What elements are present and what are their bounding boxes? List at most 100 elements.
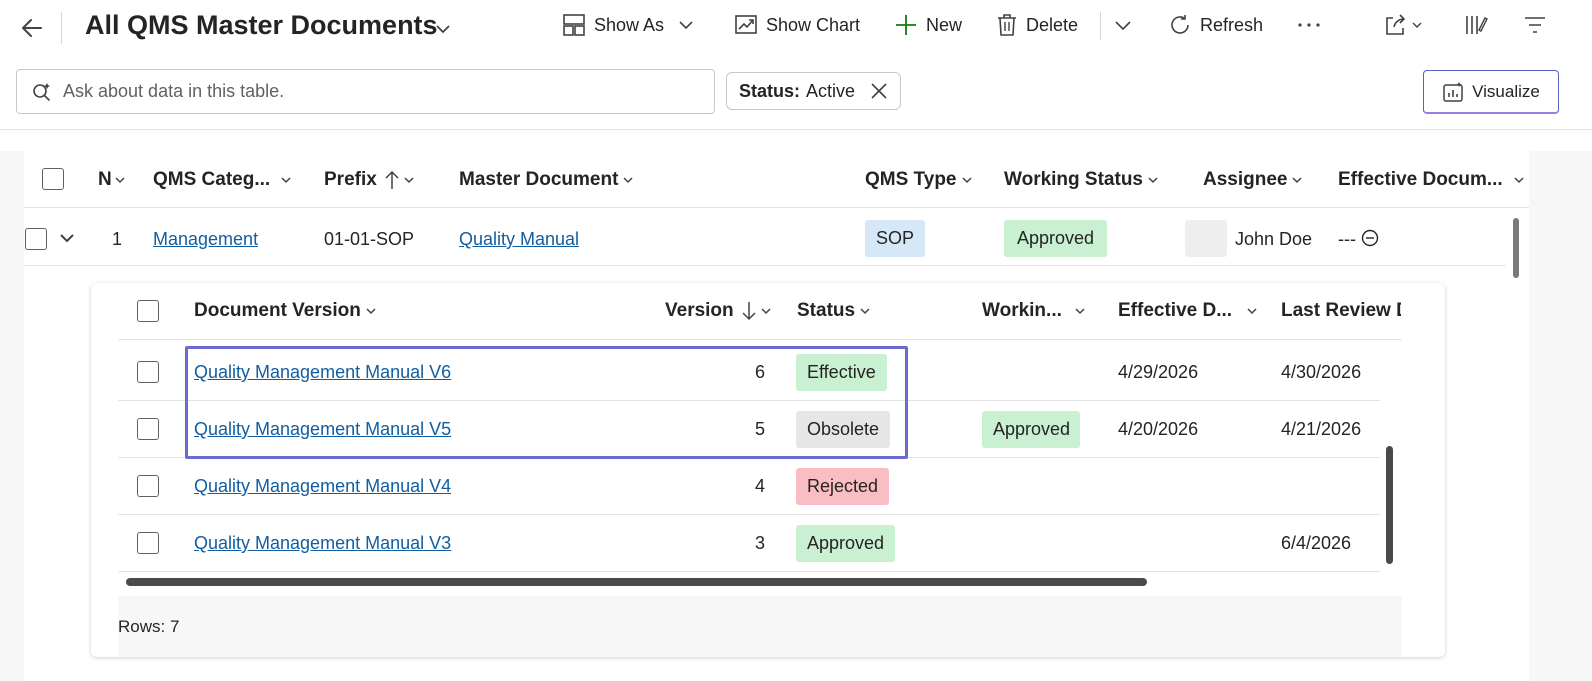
column-header-number[interactable]: N [98,167,126,193]
trash-icon [998,14,1016,36]
chevron-down-icon [1148,177,1158,184]
show-chart-button[interactable]: Show Chart [734,10,860,40]
chevron-down-icon [366,308,376,315]
close-icon[interactable] [870,82,888,100]
status-badge: Rejected [796,468,890,505]
assignee-name[interactable]: John Doe [1235,229,1312,250]
version-value: 6 [754,362,765,382]
vertical-scrollbar[interactable] [1513,218,1519,278]
subgrid-header-effective-date[interactable]: Effective D... [1118,298,1258,324]
chevron-down-icon [281,177,291,184]
subgrid-header-status[interactable]: Status [797,298,871,324]
minus-circle-icon [1361,229,1379,247]
back-arrow-icon[interactable] [18,14,46,42]
column-header-label: Prefix [324,169,377,190]
chevron-down-icon [404,177,414,184]
subgrid-footer [118,596,1402,657]
column-header-qms-category[interactable]: QMS Categ... [153,167,292,193]
last-review-value: 6/4/2026 [1281,533,1352,553]
document-version-link[interactable]: Quality Management Manual V5 [194,419,451,440]
toolbar-divider [0,129,1592,130]
status-filter-chip[interactable]: Status: Active [726,72,901,110]
row-select-checkbox[interactable] [25,228,47,250]
version-value: 5 [754,419,765,439]
chevron-down-icon [1247,308,1257,315]
visualize-button[interactable]: Visualize [1423,70,1559,114]
column-header-label: Working Status [1004,169,1143,190]
ask-data-input[interactable] [63,81,683,102]
column-header-label: Master Document [459,169,619,190]
subgrid-header-version[interactable]: Version [665,298,772,324]
delete-button[interactable]: Delete [996,10,1078,40]
column-header-label: Effective D... [1118,300,1233,321]
column-header-working-status[interactable]: Working Status [1004,167,1159,193]
show-as-label: Show As [594,14,665,35]
version-value: 4 [754,476,765,496]
show-as-button[interactable]: Show As [562,10,694,40]
row-number: 1 [112,229,123,249]
row-select-checkbox[interactable] [137,475,159,497]
more-commands-chevron[interactable] [1114,10,1140,40]
select-all-checkbox[interactable] [42,168,64,190]
new-label: New [926,14,963,35]
chevron-down-icon[interactable] [59,231,75,245]
column-header-effective-document[interactable]: Effective Docum... [1338,167,1525,193]
more-icon[interactable] [1297,10,1329,40]
subgrid-header-last-review[interactable]: Last Review D [1281,298,1401,324]
version-value: 3 [754,533,765,553]
subgrid-header-working[interactable]: Workin... [982,298,1086,324]
refresh-button[interactable]: Refresh [1168,10,1263,40]
document-version-link[interactable]: Quality Management Manual V6 [194,362,451,383]
row-select-checkbox[interactable] [137,361,159,383]
column-header-label: Version [665,300,734,321]
share-button[interactable] [1383,10,1431,40]
row-select-checkbox[interactable] [137,418,159,440]
category-link[interactable]: Management [153,229,258,250]
divider [61,12,62,44]
new-button[interactable]: New [894,10,962,40]
chevron-down-icon [623,177,633,184]
row-divider [118,400,1380,401]
chevron-down-icon [1075,308,1085,315]
subgrid-header-document-version[interactable]: Document Version [194,298,377,324]
filter-lines-icon[interactable] [1523,10,1555,40]
column-header-label: QMS Categ... [153,169,271,190]
column-header-label: N [98,169,112,190]
master-document-link[interactable]: Quality Manual [459,229,579,250]
prefix-value: 01-01-SOP [324,229,415,249]
chevron-down-icon [679,21,693,30]
status-badge: Effective [796,354,887,391]
chevron-down-icon [1412,22,1422,28]
view-title[interactable]: All QMS Master Documents [85,10,438,41]
working-status-badge: Approved [982,411,1080,448]
column-header-prefix[interactable]: Prefix [324,167,415,193]
ask-data-field[interactable] [16,69,715,114]
subgrid-select-all-checkbox[interactable] [137,300,159,322]
status-badge: Obsolete [796,411,891,448]
share-icon [1386,14,1406,35]
filter-value: Active [806,80,856,101]
columns-edit-icon[interactable] [1464,10,1496,40]
chevron-down-icon[interactable] [434,20,452,38]
show-chart-label: Show Chart [766,14,861,35]
show-as-grid-icon [563,14,585,36]
document-version-link[interactable]: Quality Management Manual V3 [194,533,451,554]
effective-date-value: 4/29/2026 [1118,362,1199,382]
column-header-assignee[interactable]: Assignee [1203,167,1303,193]
row-divider [118,514,1380,515]
copilot-sparkle-icon [33,82,51,101]
header-divider [24,207,1529,208]
delete-label: Delete [1026,14,1079,35]
qms-type-badge: SOP [865,220,926,257]
column-header-master-document[interactable]: Master Document [459,167,634,193]
chart-icon [735,15,757,34]
column-header-qms-type[interactable]: QMS Type [865,167,973,193]
horizontal-scrollbar[interactable] [126,578,1147,586]
subgrid-vertical-scrollbar[interactable] [1386,446,1393,564]
chevron-down-icon [1514,177,1524,184]
avatar [1185,220,1227,257]
effective-document-value: --- [1338,229,1356,249]
document-version-link[interactable]: Quality Management Manual V4 [194,476,451,497]
sort-down-arrow-icon [742,302,756,321]
row-select-checkbox[interactable] [137,532,159,554]
